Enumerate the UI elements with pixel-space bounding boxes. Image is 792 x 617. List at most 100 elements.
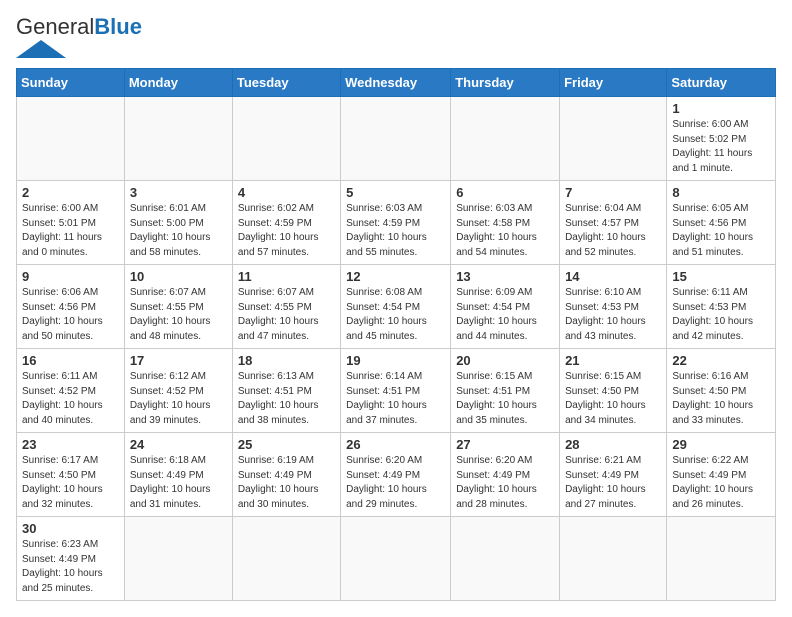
calendar-cell: 9Sunrise: 6:06 AM Sunset: 4:56 PM Daylig… [17, 265, 125, 349]
calendar-cell: 19 Sunrise: 6:14 AM Sunset: 4:51 PM Dayli… [341, 349, 451, 433]
day-info: Sunrise: 6:03 AM Sunset: 4:58 PM Dayligh… [456, 202, 554, 260]
calendar-cell: 5 Sunrise: 6:03 AM Sunset: 4:59 PM Daylig… [341, 181, 451, 265]
day-info: Sunrise: 6:07 AM Sunset: 4:55 PM Dayligh… [238, 286, 335, 344]
day-number: 24 [130, 437, 227, 452]
header-row: SundayMondayTuesdayWednesdayThursdayFrid… [17, 69, 776, 97]
calendar-cell: 30Sunrise: 6:23 AM Sunset: 4:49 PM Dayli… [17, 517, 125, 601]
day-number: 2 [22, 185, 119, 200]
day-info: Sunrise: 6:15 AM Sunset: 4:51 PM Dayligh… [456, 370, 554, 428]
calendar-cell: 10 Sunrise: 6:07 AM Sunset: 4:55 PM Dayli… [124, 265, 232, 349]
day-number: 18 [238, 353, 335, 368]
week-row-0: 1 Sunrise: 6:00 AM Sunset: 5:02 PM Daylig… [17, 97, 776, 181]
calendar-cell: 20 Sunrise: 6:15 AM Sunset: 4:51 PM Dayli… [451, 349, 560, 433]
day-number: 5 [346, 185, 445, 200]
day-number: 28 [565, 437, 661, 452]
header-sunday: Sunday [17, 69, 125, 97]
calendar-cell [560, 97, 667, 181]
calendar-cell [232, 97, 340, 181]
day-info: Sunrise: 6:02 AM Sunset: 4:59 PM Dayligh… [238, 202, 335, 260]
week-row-4: 23Sunrise: 6:17 AM Sunset: 4:50 PM Dayli… [17, 433, 776, 517]
day-info: Sunrise: 6:17 AM Sunset: 4:50 PM Dayligh… [22, 454, 119, 512]
day-info: Sunrise: 6:08 AM Sunset: 4:54 PM Dayligh… [346, 286, 445, 344]
calendar-cell [451, 97, 560, 181]
calendar-cell: 11Sunrise: 6:07 AM Sunset: 4:55 PM Dayli… [232, 265, 340, 349]
calendar-cell [560, 517, 667, 601]
calendar-cell: 4Sunrise: 6:02 AM Sunset: 4:59 PM Daylig… [232, 181, 340, 265]
day-number: 7 [565, 185, 661, 200]
calendar-cell [341, 97, 451, 181]
calendar-cell: 21Sunrise: 6:15 AM Sunset: 4:50 PM Dayli… [560, 349, 667, 433]
header-saturday: Saturday [667, 69, 776, 97]
calendar-cell: 6 Sunrise: 6:03 AM Sunset: 4:58 PM Daylig… [451, 181, 560, 265]
header-wednesday: Wednesday [341, 69, 451, 97]
calendar-cell: 28 Sunrise: 6:21 AM Sunset: 4:49 PM Dayli… [560, 433, 667, 517]
calendar-body: 1 Sunrise: 6:00 AM Sunset: 5:02 PM Daylig… [17, 97, 776, 601]
day-info: Sunrise: 6:12 AM Sunset: 4:52 PM Dayligh… [130, 370, 227, 428]
day-number: 14 [565, 269, 661, 284]
day-info: Sunrise: 6:21 AM Sunset: 4:49 PM Dayligh… [565, 454, 661, 512]
day-number: 12 [346, 269, 445, 284]
day-info: Sunrise: 6:16 AM Sunset: 4:50 PM Dayligh… [672, 370, 770, 428]
week-row-5: 30Sunrise: 6:23 AM Sunset: 4:49 PM Dayli… [17, 517, 776, 601]
day-number: 17 [130, 353, 227, 368]
day-info: Sunrise: 6:00 AM Sunset: 5:01 PM Dayligh… [22, 202, 119, 260]
day-info: Sunrise: 6:11 AM Sunset: 4:52 PM Dayligh… [22, 370, 119, 428]
calendar-cell: 24 Sunrise: 6:18 AM Sunset: 4:49 PM Dayli… [124, 433, 232, 517]
calendar-cell [17, 97, 125, 181]
day-info: Sunrise: 6:19 AM Sunset: 4:49 PM Dayligh… [238, 454, 335, 512]
day-number: 27 [456, 437, 554, 452]
header-thursday: Thursday [451, 69, 560, 97]
calendar-cell: 16 Sunrise: 6:11 AM Sunset: 4:52 PM Dayli… [17, 349, 125, 433]
calendar-cell: 29Sunrise: 6:22 AM Sunset: 4:49 PM Dayli… [667, 433, 776, 517]
calendar-header: SundayMondayTuesdayWednesdayThursdayFrid… [17, 69, 776, 97]
calendar-cell: 25 Sunrise: 6:19 AM Sunset: 4:49 PM Dayli… [232, 433, 340, 517]
logo-icon [16, 40, 66, 58]
day-info: Sunrise: 6:11 AM Sunset: 4:53 PM Dayligh… [672, 286, 770, 344]
day-info: Sunrise: 6:00 AM Sunset: 5:02 PM Dayligh… [672, 118, 770, 176]
day-number: 19 [346, 353, 445, 368]
calendar-cell [124, 97, 232, 181]
day-number: 3 [130, 185, 227, 200]
header-monday: Monday [124, 69, 232, 97]
day-info: Sunrise: 6:09 AM Sunset: 4:54 PM Dayligh… [456, 286, 554, 344]
calendar-cell: 1 Sunrise: 6:00 AM Sunset: 5:02 PM Daylig… [667, 97, 776, 181]
day-info: Sunrise: 6:05 AM Sunset: 4:56 PM Dayligh… [672, 202, 770, 260]
day-number: 8 [672, 185, 770, 200]
day-number: 6 [456, 185, 554, 200]
day-info: Sunrise: 6:23 AM Sunset: 4:49 PM Dayligh… [22, 538, 119, 596]
day-info: Sunrise: 6:20 AM Sunset: 4:49 PM Dayligh… [346, 454, 445, 512]
day-number: 21 [565, 353, 661, 368]
day-number: 25 [238, 437, 335, 452]
header-tuesday: Tuesday [232, 69, 340, 97]
calendar-cell: 3Sunrise: 6:01 AM Sunset: 5:00 PM Daylig… [124, 181, 232, 265]
day-number: 9 [22, 269, 119, 284]
day-info: Sunrise: 6:07 AM Sunset: 4:55 PM Dayligh… [130, 286, 227, 344]
day-number: 1 [672, 101, 770, 116]
day-number: 22 [672, 353, 770, 368]
calendar-cell: 14 Sunrise: 6:10 AM Sunset: 4:53 PM Dayli… [560, 265, 667, 349]
day-info: Sunrise: 6:13 AM Sunset: 4:51 PM Dayligh… [238, 370, 335, 428]
logo-text: GeneralBlue [16, 16, 142, 38]
calendar-cell: 23Sunrise: 6:17 AM Sunset: 4:50 PM Dayli… [17, 433, 125, 517]
day-info: Sunrise: 6:20 AM Sunset: 4:49 PM Dayligh… [456, 454, 554, 512]
day-info: Sunrise: 6:10 AM Sunset: 4:53 PM Dayligh… [565, 286, 661, 344]
day-number: 15 [672, 269, 770, 284]
day-number: 10 [130, 269, 227, 284]
day-info: Sunrise: 6:14 AM Sunset: 4:51 PM Dayligh… [346, 370, 445, 428]
day-number: 26 [346, 437, 445, 452]
calendar-cell: 13Sunrise: 6:09 AM Sunset: 4:54 PM Dayli… [451, 265, 560, 349]
calendar-cell: 17 Sunrise: 6:12 AM Sunset: 4:52 PM Dayli… [124, 349, 232, 433]
week-row-3: 16 Sunrise: 6:11 AM Sunset: 4:52 PM Dayli… [17, 349, 776, 433]
calendar-cell: 18 Sunrise: 6:13 AM Sunset: 4:51 PM Dayli… [232, 349, 340, 433]
header-friday: Friday [560, 69, 667, 97]
calendar-table: SundayMondayTuesdayWednesdayThursdayFrid… [16, 68, 776, 601]
day-info: Sunrise: 6:22 AM Sunset: 4:49 PM Dayligh… [672, 454, 770, 512]
day-number: 16 [22, 353, 119, 368]
day-info: Sunrise: 6:03 AM Sunset: 4:59 PM Dayligh… [346, 202, 445, 260]
calendar-cell: 15 Sunrise: 6:11 AM Sunset: 4:53 PM Dayli… [667, 265, 776, 349]
logo-general: General [16, 14, 94, 39]
day-number: 20 [456, 353, 554, 368]
day-info: Sunrise: 6:18 AM Sunset: 4:49 PM Dayligh… [130, 454, 227, 512]
calendar-cell: 27 Sunrise: 6:20 AM Sunset: 4:49 PM Dayli… [451, 433, 560, 517]
logo-blue: Blue [94, 14, 142, 39]
